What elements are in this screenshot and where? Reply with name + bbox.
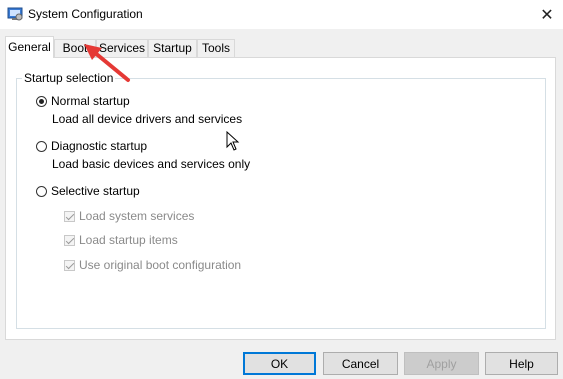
close-button[interactable]: ✕ xyxy=(531,0,563,29)
checkbox-checked-icon xyxy=(64,210,75,222)
general-tab-panel: Startup selection Normal startup Load al… xyxy=(5,57,556,340)
diagnostic-startup-description: Load basic devices and services only xyxy=(52,157,251,171)
cancel-button[interactable]: Cancel xyxy=(323,352,398,375)
checkbox-checked-icon xyxy=(64,259,75,271)
tab-general[interactable]: General xyxy=(5,36,54,58)
tab-startup[interactable]: Startup xyxy=(148,39,197,57)
normal-startup-radio[interactable]: Normal startup xyxy=(36,94,130,108)
diagnostic-startup-label[interactable]: Diagnostic startup xyxy=(51,139,147,153)
mouse-cursor-icon xyxy=(226,131,240,151)
annotation-arrow-icon xyxy=(84,44,130,82)
use-original-boot-config-label: Use original boot configuration xyxy=(79,258,242,272)
radio-unselected-icon[interactable] xyxy=(36,140,47,152)
help-button[interactable]: Help xyxy=(485,352,558,375)
apply-button[interactable]: Apply xyxy=(404,352,479,375)
selective-startup-label[interactable]: Selective startup xyxy=(51,184,140,198)
normal-startup-description: Load all device drivers and services xyxy=(52,112,243,126)
radio-selected-icon[interactable] xyxy=(36,95,47,107)
selective-startup-radio[interactable]: Selective startup xyxy=(36,184,140,198)
load-startup-items-label: Load startup items xyxy=(79,233,178,247)
checkbox-checked-icon xyxy=(64,234,75,246)
load-startup-items-checkbox: Load startup items xyxy=(64,233,178,247)
use-original-boot-config-checkbox: Use original boot configuration xyxy=(64,258,241,272)
window-title: System Configuration xyxy=(28,7,143,21)
startup-selection-group: Startup selection Normal startup Load al… xyxy=(16,71,546,329)
system-configuration-icon xyxy=(7,7,23,21)
diagnostic-startup-radio[interactable]: Diagnostic startup xyxy=(36,139,147,153)
tab-tools[interactable]: Tools xyxy=(197,39,235,57)
ok-button[interactable]: OK xyxy=(243,352,316,375)
radio-unselected-icon[interactable] xyxy=(36,185,47,197)
load-system-services-checkbox: Load system services xyxy=(64,209,194,223)
close-icon: ✕ xyxy=(540,6,554,24)
title-bar: System Configuration ✕ xyxy=(0,0,563,29)
normal-startup-label[interactable]: Normal startup xyxy=(51,94,130,108)
load-system-services-label: Load system services xyxy=(79,209,195,223)
